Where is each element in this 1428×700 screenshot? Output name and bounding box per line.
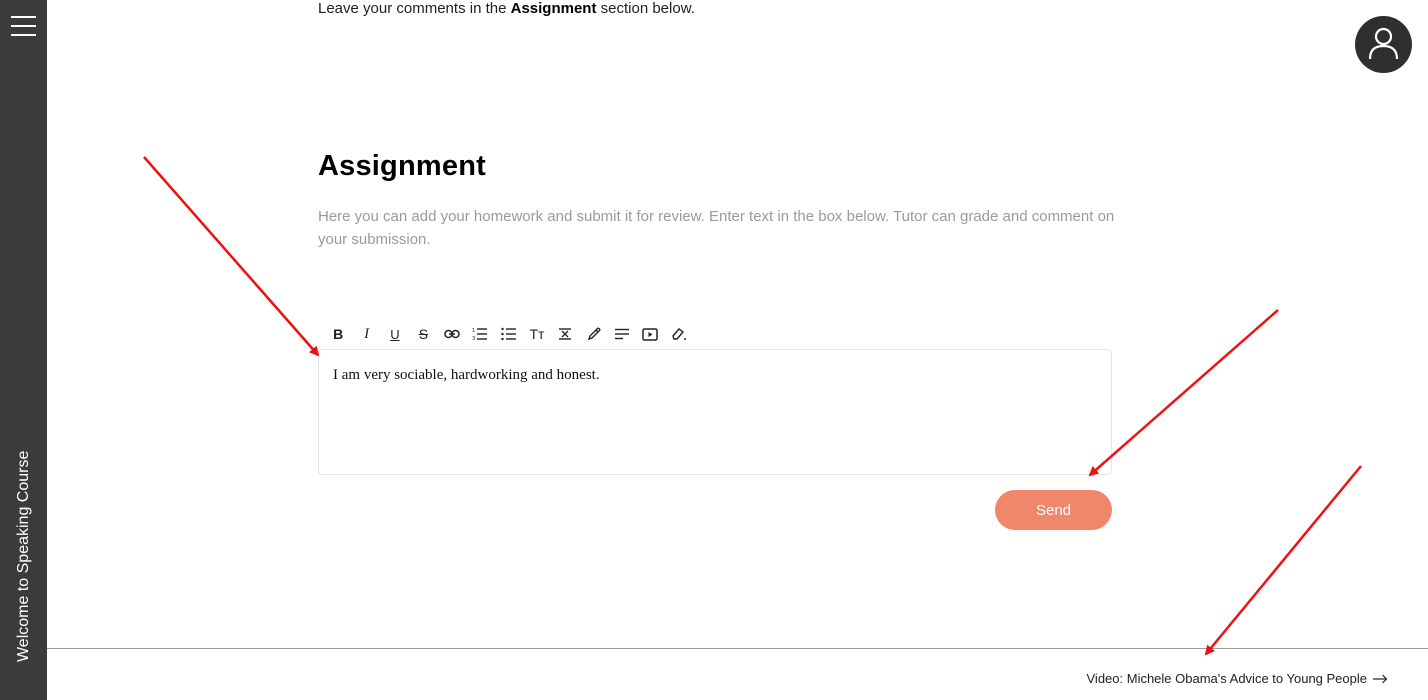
bold-icon: B [333,326,344,342]
svg-text:3: 3 [472,336,475,341]
course-title-label: Welcome to Speaking Course [15,450,32,662]
assignment-editor[interactable]: I am very sociable, hardworking and hone… [318,349,1112,475]
eraser-icon [672,328,686,340]
annotation-arrow-next [1204,465,1362,656]
intro-text: Leave your comments in the Assignment se… [318,0,695,18]
bold-button[interactable]: B [324,324,352,344]
link-icon [444,329,460,339]
strikethrough-icon: S [418,326,429,342]
intro-text-bold: Assignment [510,0,597,17]
eyedropper-button[interactable] [580,324,608,344]
svg-text:1: 1 [472,328,475,334]
text-size-icon: Tт [529,326,545,342]
user-avatar-icon [1368,27,1399,60]
clear-format-button[interactable] [665,324,693,344]
italic-icon: I [364,325,370,342]
ordered-list-button[interactable]: 1 3 [466,324,494,344]
intro-text-before: Leave your comments in the [318,0,511,17]
line-height-icon [559,328,572,340]
link-button[interactable] [438,324,466,344]
next-lesson-link[interactable]: Video: Michele Obama's Advice to Young P… [1087,671,1389,686]
video-button[interactable] [636,324,664,344]
editor-text: I am very sociable, hardworking and hone… [333,367,600,383]
ordered-list-icon: 1 3 [472,328,488,341]
bullet-list-button[interactable] [494,324,522,344]
italic-button[interactable]: I [352,324,380,344]
text-size-button[interactable]: Tт [523,324,551,344]
send-button[interactable]: Send [995,490,1112,530]
align-button[interactable] [608,324,636,344]
align-left-icon [615,328,630,340]
footer-divider [47,648,1428,649]
eyedropper-icon [587,327,601,341]
line-height-button[interactable] [551,324,579,344]
underline-icon: U [390,326,400,342]
editor-toolbar: B I U S 1 3 Tт [324,324,693,344]
annotation-arrow-editor [143,156,320,357]
course-title[interactable]: Welcome to Speaking Course [14,440,34,662]
arrow-right-icon [1373,674,1388,683]
annotation-arrow-send [1088,309,1279,477]
video-icon [642,327,659,341]
assignment-heading: Assignment [318,150,486,182]
strikethrough-button[interactable]: S [409,324,437,344]
hamburger-menu-icon[interactable] [11,15,36,37]
user-avatar-button[interactable] [1355,16,1412,73]
intro-text-after: section below. [596,0,695,17]
next-lesson-label: Video: Michele Obama's Advice to Young P… [1086,671,1368,686]
bullet-list-icon [500,327,516,341]
underline-button[interactable]: U [381,324,409,344]
sidebar: Welcome to Speaking Course [0,0,47,700]
assignment-description: Here you can add your homework and submi… [318,208,1115,248]
